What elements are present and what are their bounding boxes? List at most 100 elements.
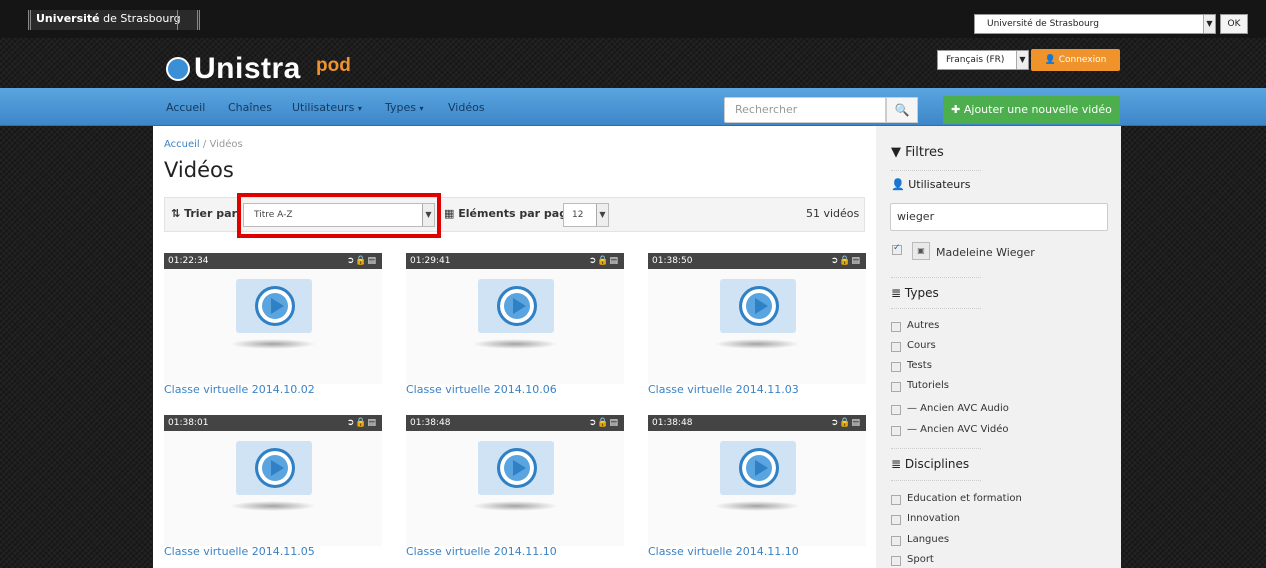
video-title-link[interactable]: Classe virtuelle 2014.10.02 <box>164 383 315 396</box>
video-card-header: 01:38:48 ➲🔒▤ <box>406 415 624 431</box>
video-title-link[interactable]: Classe virtuelle 2014.11.03 <box>648 383 799 396</box>
video-card-header: 01:38:01 ➲🔒▤ <box>164 415 382 431</box>
divider <box>891 277 981 278</box>
discipline-checkbox[interactable] <box>891 495 901 505</box>
caret-down-icon: ▾ <box>357 104 362 113</box>
thumbnail-shadow <box>472 339 558 349</box>
thumbnail-shadow <box>230 339 316 349</box>
play-icon <box>255 286 295 326</box>
discipline-label[interactable]: Education et formation <box>907 493 1022 504</box>
play-icon <box>739 286 779 326</box>
add-video-button[interactable]: ✚ Ajouter une nouvelle vidéo <box>943 96 1120 124</box>
video-access-icons: ➲🔒▤ <box>830 418 861 428</box>
video-card[interactable]: 01:29:41 ➲🔒▤ Classe virtuelle 2014.10.06 <box>406 253 624 396</box>
type-label[interactable]: — Ancien AVC Audio <box>907 403 1009 414</box>
video-card[interactable]: 01:38:48 ➲🔒▤ Classe virtuelle 2014.11.10 <box>648 415 866 558</box>
video-duration: 01:22:34 <box>168 256 209 266</box>
video-duration: 01:38:48 <box>410 418 451 428</box>
search-input[interactable]: Rechercher <box>724 97 886 123</box>
video-title-link[interactable]: Classe virtuelle 2014.11.10 <box>648 545 799 558</box>
video-thumbnail[interactable] <box>648 269 866 384</box>
user-checkbox[interactable] <box>892 243 902 255</box>
type-label[interactable]: Autres <box>907 320 939 331</box>
discipline-label[interactable]: Langues <box>907 534 949 545</box>
language-select-value: Français (FR) <box>946 55 1005 65</box>
logo-bar-icon <box>177 10 191 30</box>
login-button[interactable]: 👤 Connexion <box>1031 49 1120 71</box>
users-title: 👤 Utilisateurs <box>891 178 971 191</box>
video-title-link[interactable]: Classe virtuelle 2014.10.06 <box>406 383 557 396</box>
sort-label: ⇅ Trier par <box>171 207 237 220</box>
discipline-label[interactable]: Sport <box>907 554 934 565</box>
university-select[interactable]: Université de Strasbourg ▼ <box>974 14 1216 34</box>
logo-suffix: pod <box>316 55 351 76</box>
type-label[interactable]: Cours <box>907 340 936 351</box>
page-title: Vidéos <box>164 158 234 182</box>
chevron-down-icon: ▼ <box>1203 15 1215 33</box>
nav-item-videos[interactable]: Vidéos <box>448 88 485 128</box>
thumbnail-shadow <box>714 339 800 349</box>
video-card-header: 01:29:41 ➲🔒▤ <box>406 253 624 269</box>
type-label[interactable]: Tests <box>907 360 932 371</box>
video-thumbnail[interactable] <box>648 431 866 546</box>
discipline-checkbox[interactable] <box>891 536 901 546</box>
video-count: 51 vidéos <box>806 207 860 220</box>
video-card[interactable]: 01:22:34 ➲🔒▤ Classe virtuelle 2014.10.02 <box>164 253 382 396</box>
caret-down-icon: ▾ <box>419 104 424 113</box>
video-thumbnail[interactable] <box>164 431 382 546</box>
per-page-label-text: Eléments par page <box>458 207 575 220</box>
login-label: Connexion <box>1058 55 1107 65</box>
type-checkbox[interactable] <box>891 362 901 372</box>
thumbnail-shadow <box>472 501 558 511</box>
video-card-header: 01:38:48 ➲🔒▤ <box>648 415 866 431</box>
language-select[interactable]: Français (FR) ▼ <box>937 50 1029 70</box>
video-card[interactable]: 01:38:50 ➲🔒▤ Classe virtuelle 2014.11.03 <box>648 253 866 396</box>
video-access-icons: ➲🔒▤ <box>588 256 619 266</box>
discipline-checkbox[interactable] <box>891 515 901 525</box>
search-icon: 🔍 <box>894 103 910 117</box>
video-thumbnail[interactable] <box>406 269 624 384</box>
nav-item-utilisateurs[interactable]: Utilisateurs ▾ <box>292 88 362 129</box>
video-title-link[interactable]: Classe virtuelle 2014.11.05 <box>164 545 315 558</box>
nav-item-types[interactable]: Types ▾ <box>385 88 424 129</box>
type-checkbox[interactable] <box>891 426 901 436</box>
university-logo[interactable]: Université de Strasbourg <box>28 10 200 30</box>
breadcrumb-home-link[interactable]: Accueil <box>164 139 200 150</box>
type-label[interactable]: Tutoriels <box>907 380 949 391</box>
discipline-checkbox[interactable] <box>891 556 901 566</box>
user-name[interactable]: Madeleine Wieger <box>936 246 1035 259</box>
university-logo-bold: Université <box>36 12 100 25</box>
nav-label: Types <box>385 101 416 114</box>
video-thumbnail[interactable] <box>164 269 382 384</box>
filters-title-text: Filtres <box>905 145 944 160</box>
play-icon <box>497 448 537 488</box>
video-title-link[interactable]: Classe virtuelle 2014.11.10 <box>406 545 557 558</box>
type-checkbox[interactable] <box>891 405 901 415</box>
video-card[interactable]: 01:38:01 ➲🔒▤ Classe virtuelle 2014.11.05 <box>164 415 382 558</box>
per-page-value: 12 <box>572 210 584 220</box>
type-label[interactable]: — Ancien AVC Vidéo <box>907 424 1009 435</box>
filters-title: ▼ Filtres <box>891 145 944 160</box>
types-title: ≣ Types <box>891 286 939 300</box>
per-page-label: ▦ Eléments par page <box>444 207 575 220</box>
user-search-input[interactable]: wieger <box>890 203 1108 231</box>
user-icon: 👤 <box>1044 55 1056 65</box>
discipline-label[interactable]: Innovation <box>907 513 960 524</box>
sort-icon: ⇅ <box>171 207 181 220</box>
ok-button[interactable]: OK <box>1220 14 1248 34</box>
type-checkbox[interactable] <box>891 322 901 332</box>
type-checkbox[interactable] <box>891 342 901 352</box>
video-thumbnail[interactable] <box>406 431 624 546</box>
type-checkbox[interactable] <box>891 382 901 392</box>
add-video-label: Ajouter une nouvelle vidéo <box>963 103 1112 116</box>
nav-item-accueil[interactable]: Accueil <box>166 88 205 128</box>
sort-label-text: Trier par <box>184 207 237 220</box>
nav-item-chaines[interactable]: Chaînes <box>228 88 272 128</box>
thumbnail-shadow <box>230 501 316 511</box>
search-button[interactable]: 🔍 <box>886 97 918 123</box>
breadcrumb-current: Vidéos <box>209 139 243 150</box>
types-title-text: Types <box>904 286 939 300</box>
video-duration: 01:29:41 <box>410 256 451 266</box>
video-card[interactable]: 01:38:48 ➲🔒▤ Classe virtuelle 2014.11.10 <box>406 415 624 558</box>
per-page-select[interactable]: 12 ▼ <box>563 203 609 227</box>
